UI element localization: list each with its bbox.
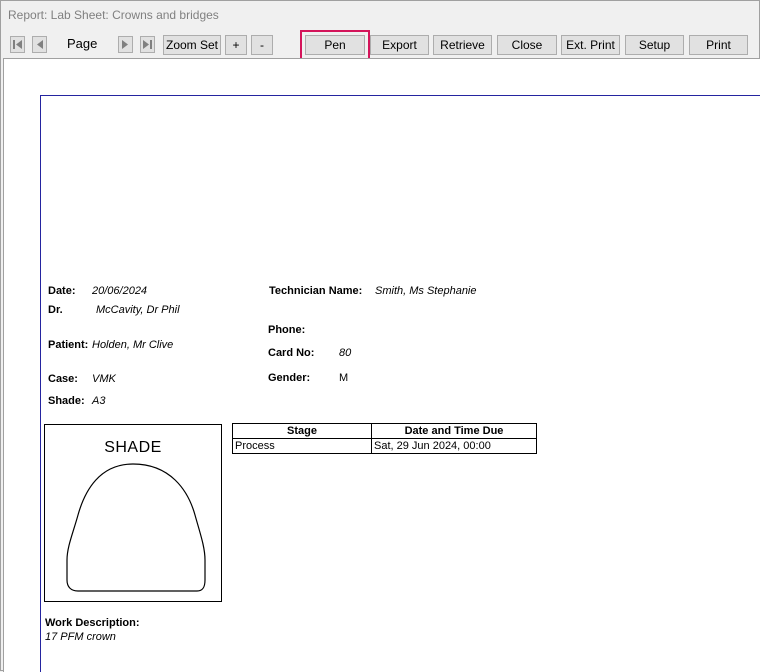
zoom-set-button[interactable]: Zoom Set (163, 35, 221, 55)
due-cell: Sat, 29 Jun 2024, 00:00 (371, 438, 537, 454)
stage-cell: Process (232, 438, 372, 454)
phone-label: Phone: (268, 324, 306, 336)
setup-button[interactable]: Setup (625, 35, 684, 55)
print-button[interactable]: Print (689, 35, 748, 55)
first-page-button[interactable] (10, 36, 25, 53)
retrieve-button[interactable]: Retrieve (433, 35, 492, 55)
close-button[interactable]: Close (497, 35, 557, 55)
technician-value: Smith, Ms Stephanie (375, 285, 477, 297)
window-title: Report: Lab Sheet: Crowns and bridges (8, 8, 219, 22)
gender-value: M (339, 372, 349, 384)
previous-page-button[interactable] (32, 36, 47, 53)
first-page-icon (13, 40, 22, 49)
last-page-button[interactable] (140, 36, 155, 53)
ext-print-button[interactable]: Ext. Print (561, 35, 620, 55)
dr-value: McCavity, Dr Phil (96, 304, 180, 316)
due-column-header: Date and Time Due (371, 423, 537, 439)
next-page-button[interactable] (118, 36, 133, 53)
case-value: VMK (92, 373, 116, 385)
next-page-icon (122, 40, 128, 49)
patient-label: Patient: (48, 339, 89, 351)
report-viewer[interactable]: Date: 20/06/2024 Dr. McCavity, Dr Phil P… (3, 58, 760, 672)
card-no-value: 80 (339, 347, 352, 359)
table-row: Process Sat, 29 Jun 2024, 00:00 (232, 438, 537, 454)
stages-table: Stage Date and Time Due Process Sat, 29 … (232, 423, 537, 454)
gender-label: Gender: (268, 372, 311, 384)
shade-label: Shade: (48, 395, 85, 407)
technician-label: Technician Name: (269, 285, 363, 297)
card-no-label: Card No: (268, 347, 315, 359)
export-button[interactable]: Export (370, 35, 429, 55)
stage-column-header: Stage (232, 423, 372, 439)
shade-value: A3 (92, 395, 106, 407)
dr-label: Dr. (48, 304, 63, 316)
date-label: Date: (48, 285, 76, 297)
pen-button-highlight (300, 30, 370, 60)
previous-page-icon (37, 40, 43, 49)
case-label: Case: (48, 373, 78, 385)
work-description-label: Work Description: (45, 617, 140, 629)
page-label: Page (67, 36, 98, 51)
patient-value: Holden, Mr Clive (92, 339, 174, 351)
last-page-icon (143, 40, 152, 49)
date-value: 20/06/2024 (92, 285, 148, 297)
report-window: Report: Lab Sheet: Crowns and bridges Pa… (0, 0, 760, 672)
zoom-in-button[interactable]: + (225, 35, 247, 55)
shade-box: SHADE (44, 424, 222, 602)
tooth-outline-icon (66, 463, 206, 592)
zoom-out-button[interactable]: - (251, 35, 273, 55)
work-description-value: 17 PFM crown (45, 631, 116, 643)
